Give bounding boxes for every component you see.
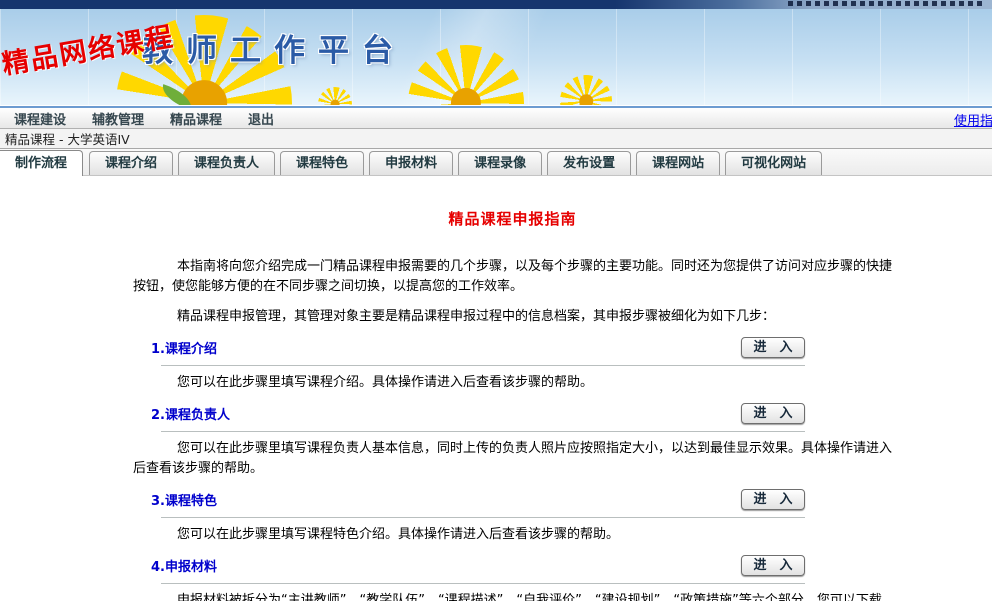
menu-item-logout[interactable]: 退出 [248,109,274,128]
step-header-row: 1.课程介绍 进 入 [151,337,805,358]
enter-button[interactable]: 进 入 [741,403,805,424]
step-heading: 1.课程介绍 [151,338,217,357]
step-section: 3.课程特色 进 入您可以在此步骤里填写课程特色介绍。具体操作请进入后查看该步骤的… [133,489,892,545]
platform-title: 教师工作平台 [142,25,406,70]
tab-course-leader[interactable]: 课程负责人 [178,151,275,175]
step-divider [161,365,805,366]
menu-items: 课程建设 辅教管理 精品课程 退出 [14,109,300,128]
tab-course-video[interactable]: 课程录像 [458,151,542,175]
page-title: 精品课程申报指南 [133,208,892,229]
step-description: 您可以在此步骤里填写课程介绍。具体操作请进入后查看该步骤的帮助。 [133,373,892,393]
enter-button[interactable]: 进 入 [741,555,805,576]
sunflower-icon [560,75,612,105]
sunflower-icon [318,87,352,105]
clipped-text-fragment [788,1,986,6]
step-header-row: 3.课程特色 进 入 [151,489,805,510]
step-section: 2.课程负责人 进 入您可以在此步骤里填写课程负责人基本信息，同时上传的负责人照片… [133,403,892,479]
sunflower-icon [408,45,524,105]
banner: 教师工作平台 精品网络课程 [0,9,992,105]
menu-item-quality-course[interactable]: 精品课程 [170,109,222,128]
step-header-row: 2.课程负责人 进 入 [151,403,805,424]
intro-paragraph: 本指南将向您介绍完成一门精品课程申报需要的几个步骤，以及每个步骤的主要功能。同时… [133,257,892,297]
breadcrumb: 精品课程 - 大学英语IV [5,129,130,148]
intro-paragraphs: 本指南将向您介绍完成一门精品课程申报需要的几个步骤，以及每个步骤的主要功能。同时… [133,257,892,327]
step-description: 您可以在此步骤里填写课程特色介绍。具体操作请进入后查看该步骤的帮助。 [133,525,892,545]
main-content: 精品课程申报指南 本指南将向您介绍完成一门精品课程申报需要的几个步骤，以及每个步… [0,176,992,601]
tab-course-feature[interactable]: 课程特色 [280,151,364,175]
tab-bar: 制作流程课程介绍课程负责人课程特色申报材料课程录像发布设置课程网站可视化网站 [0,149,992,176]
step-section: 4.申报材料 进 入申报材料被拆分为“主讲教师”、“教学队伍”、“课程描述”、“自… [133,555,892,601]
step-heading: 3.课程特色 [151,490,217,509]
menu-item-assist-management[interactable]: 辅教管理 [92,109,144,128]
enter-button[interactable]: 进 入 [741,337,805,358]
tab-visual-website[interactable]: 可视化网站 [725,151,822,175]
step-header-row: 4.申报材料 进 入 [151,555,805,576]
step-heading: 2.课程负责人 [151,404,230,423]
step-description: 您可以在此步骤里填写课程负责人基本信息，同时上传的负责人照片应按照指定大小，以达… [133,439,892,479]
tab-course-intro[interactable]: 课程介绍 [89,151,173,175]
menu-bar: 课程建设 辅教管理 精品课程 退出 使用指南 [0,108,992,129]
intro-paragraph: 精品课程申报管理，其管理对象主要是精品课程申报过程中的信息档案，其申报步骤被细化… [133,307,892,327]
tab-make-flow[interactable]: 制作流程 [0,150,83,176]
tab-application-materials[interactable]: 申报材料 [369,151,453,175]
step-section: 1.课程介绍 进 入您可以在此步骤里填写课程介绍。具体操作请进入后查看该步骤的帮助… [133,337,892,393]
breadcrumb-bar: 精品课程 - 大学英语IV [0,129,992,149]
tab-publish-settings[interactable]: 发布设置 [547,151,631,175]
menu-item-course-construction[interactable]: 课程建设 [14,109,66,128]
tab-course-website[interactable]: 课程网站 [636,151,720,175]
step-heading: 4.申报材料 [151,556,217,575]
step-divider [161,431,805,432]
usage-guide-link[interactable]: 使用指南 [954,110,992,129]
enter-button[interactable]: 进 入 [741,489,805,510]
step-divider [161,517,805,518]
step-divider [161,583,805,584]
steps-list: 1.课程介绍进 入您可以在此步骤里填写课程介绍。具体操作请进入后查看该步骤的帮助… [133,337,892,601]
step-description: 申报材料被拆分为“主讲教师”、“教学队伍”、“课程描述”、“自我评价”、“建设规… [133,591,892,601]
top-navy-bar [0,0,992,9]
